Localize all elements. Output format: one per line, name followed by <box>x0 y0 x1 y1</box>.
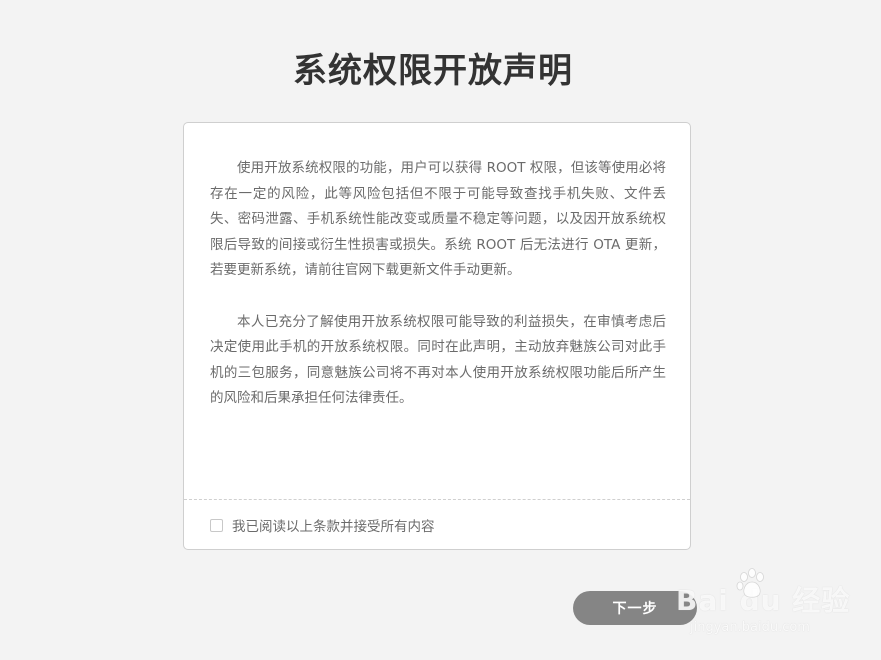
dashed-divider <box>184 499 690 500</box>
agree-terms-row[interactable]: 我已阅读以上条款并接受所有内容 <box>210 515 435 535</box>
next-button[interactable]: 下一步 <box>573 591 697 625</box>
statement-body: 使用开放系统权限的功能，用户可以获得 ROOT 权限，但该等使用必将存在一定的风… <box>210 156 666 412</box>
page-title: 系统权限开放声明 <box>293 51 573 91</box>
watermark-site: jingyan.baidu.com <box>690 620 810 635</box>
watermark: Bai du 经验 jingyan.baidu.com <box>676 565 876 645</box>
agree-checkbox[interactable] <box>210 518 223 532</box>
statement-card: 使用开放系统权限的功能，用户可以获得 ROOT 权限，但该等使用必将存在一定的风… <box>183 122 691 550</box>
paw-icon <box>736 568 764 598</box>
watermark-logo: Bai du 经验 <box>676 584 851 617</box>
agree-label[interactable]: 我已阅读以上条款并接受所有内容 <box>232 515 435 535</box>
statement-paragraph-1: 使用开放系统权限的功能，用户可以获得 ROOT 权限，但该等使用必将存在一定的风… <box>210 160 666 278</box>
statement-paragraph-2: 本人已充分了解使用开放系统权限可能导致的利益损失，在审慎考虑后决定使用此手机的开… <box>210 313 666 407</box>
